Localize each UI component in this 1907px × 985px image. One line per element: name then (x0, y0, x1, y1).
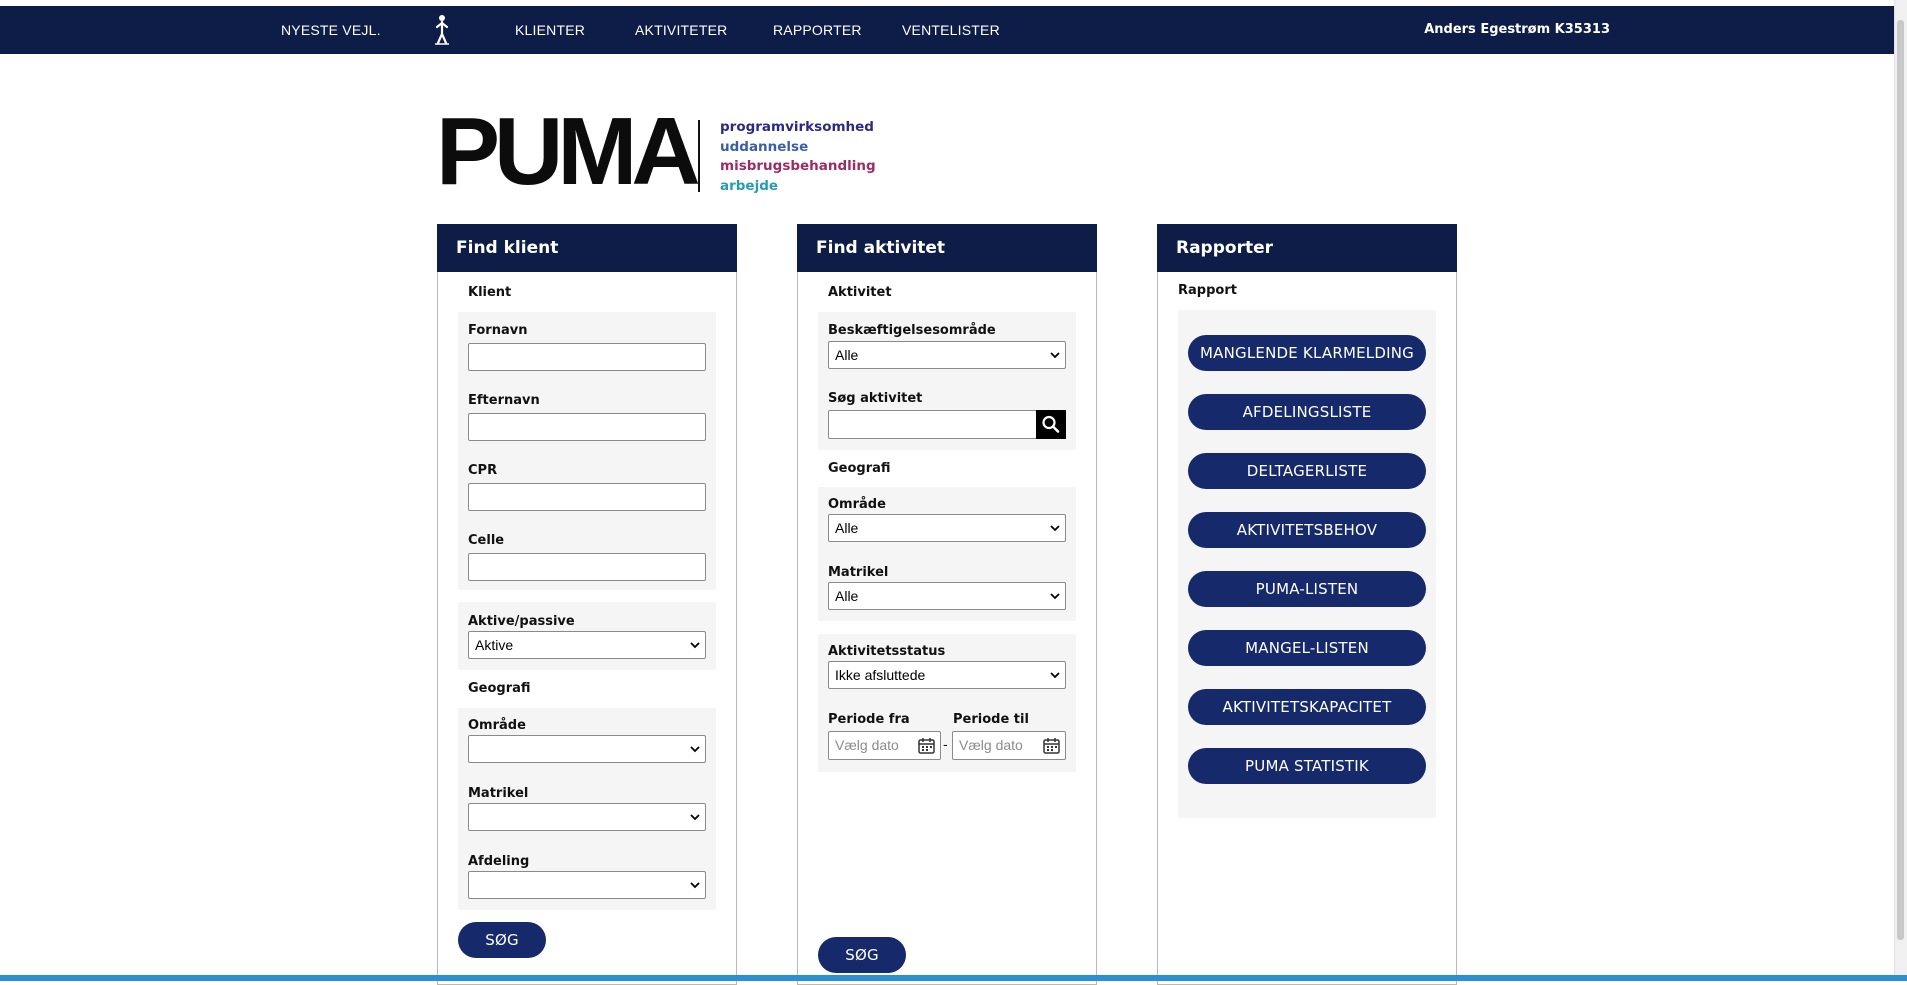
periode-fra-input[interactable]: Vælg dato (828, 731, 941, 760)
periode-fra-placeholder: Vælg dato (835, 737, 899, 753)
calendar-icon[interactable] (1043, 737, 1060, 754)
fornavn-input[interactable] (468, 343, 706, 371)
rapporter-title: Rapporter (1157, 224, 1457, 272)
chevron-down-icon (1050, 525, 1060, 532)
report-aktivitetsbehov-button[interactable]: AKTIVITETSBEHOV (1188, 512, 1426, 548)
logo-taglines: programvirksomhed uddannelse misbrugsbeh… (720, 118, 876, 196)
logo-divider (698, 120, 700, 192)
top-navbar: NYESTE VEJL. KLIENTER AKTIVITETER RAPPOR… (0, 6, 1895, 54)
chevron-down-icon (1050, 352, 1060, 359)
periode-til-input[interactable]: Vælg dato (952, 731, 1066, 760)
aktive-passive-select[interactable]: Aktive (468, 631, 706, 659)
person-figure-icon[interactable] (430, 14, 454, 46)
report-afdelingsliste-button[interactable]: AFDELINGSLISTE (1188, 394, 1426, 430)
logo-wordmark: PUMA (436, 98, 701, 205)
efternavn-label: Efternavn (468, 393, 540, 408)
aktivitet-search-button[interactable]: SØG (818, 937, 906, 973)
search-icon (1042, 415, 1060, 433)
afdeling-select[interactable] (468, 871, 706, 899)
current-user[interactable]: Anders Egestrøm K35313 (1424, 6, 1610, 54)
aktivitet-status-group: Aktivitetsstatus Ikke afsluttede Periode… (818, 634, 1076, 772)
matrikel-select[interactable]: Alle (828, 582, 1066, 610)
omraade-value: Alle (835, 520, 859, 536)
beskaeftigelse-select[interactable]: Alle (828, 341, 1066, 369)
aktivitet-geografi-group: Område Alle Matrikel Alle (818, 487, 1076, 621)
rapport-buttons-group: MANGLENDE KLARMELDING AFDELINGSLISTE DEL… (1178, 310, 1436, 818)
status-value: Ikke afsluttede (835, 667, 926, 683)
beskaeftigelse-label: Beskæftigelsesområde (828, 323, 996, 338)
omraade-label: Område (828, 497, 886, 512)
afdeling-label: Afdeling (468, 854, 530, 869)
section-aktivitet: Aktivitet (828, 285, 892, 300)
logo-tag: arbejde (720, 177, 779, 194)
logo-tag: programvirksomhed (720, 119, 874, 135)
status-select[interactable]: Ikke afsluttede (828, 661, 1066, 689)
cpr-input[interactable] (468, 483, 706, 511)
chevron-down-icon (690, 882, 700, 889)
find-klient-title: Find klient (437, 224, 737, 272)
report-puma-listen-button[interactable]: PUMA-LISTEN (1188, 571, 1426, 607)
logo-tag: uddannelse (720, 138, 809, 155)
section-rapport: Rapport (1178, 283, 1237, 298)
omraade-label: Område (468, 718, 526, 733)
matrikel-value: Alle (835, 588, 859, 604)
logo-tag: misbrugsbehandling (720, 158, 876, 174)
report-aktivitetskapacitet-button[interactable]: AKTIVITETSKAPACITET (1188, 689, 1426, 725)
periode-til-placeholder: Vælg dato (959, 737, 1023, 753)
scrollbar-thumb[interactable] (1897, 20, 1904, 940)
os-taskbar (0, 975, 1907, 981)
section-klient: Klient (468, 285, 512, 300)
section-geografi: Geografi (828, 461, 891, 476)
periode-fra-label: Periode fra (828, 712, 910, 727)
vertical-scrollbar[interactable] (1894, 0, 1907, 975)
matrikel-select[interactable] (468, 803, 706, 831)
matrikel-label: Matrikel (828, 565, 889, 580)
report-mangel-listen-button[interactable]: MANGEL-LISTEN (1188, 630, 1426, 666)
nav-ventelister[interactable]: VENTELISTER (902, 6, 1000, 54)
find-aktivitet-panel: Find aktivitet Aktivitet Beskæftigelseso… (797, 224, 1097, 985)
klient-geografi-group: Område Matrikel Afdeling (458, 708, 716, 910)
aktive-passive-group: Aktive/passive Aktive (458, 602, 716, 670)
omraade-select[interactable]: Alle (828, 514, 1066, 542)
nav-nyeste-vejl[interactable]: NYESTE VEJL. (281, 6, 381, 54)
chevron-down-icon (690, 746, 700, 753)
report-manglende-klarmelding-button[interactable]: MANGLENDE KLARMELDING (1188, 335, 1426, 371)
chevron-down-icon (690, 814, 700, 821)
nav-aktiviteter[interactable]: AKTIVITETER (635, 6, 727, 54)
chevron-down-icon (690, 642, 700, 649)
report-deltagerliste-button[interactable]: DELTAGERLISTE (1188, 453, 1426, 489)
matrikel-label: Matrikel (468, 786, 529, 801)
find-klient-panel: Find klient Klient Fornavn Efternavn CPR… (437, 224, 737, 985)
puma-logo: PUMA programvirksomhed uddannelse misbru… (436, 104, 876, 200)
section-geografi: Geografi (468, 681, 531, 696)
status-label: Aktivitetsstatus (828, 644, 946, 659)
chevron-down-icon (1050, 672, 1060, 679)
nav-rapporter[interactable]: RAPPORTER (773, 6, 862, 54)
chevron-down-icon (1050, 593, 1060, 600)
klient-search-button[interactable]: SØG (458, 922, 546, 958)
rapporter-panel: Rapporter Rapport MANGLENDE KLARMELDING … (1157, 224, 1457, 985)
calendar-icon[interactable] (918, 737, 935, 754)
klient-fields-group: Fornavn Efternavn CPR Celle (458, 312, 716, 590)
omraade-select[interactable] (468, 735, 706, 763)
find-aktivitet-title: Find aktivitet (797, 224, 1097, 272)
fornavn-label: Fornavn (468, 323, 528, 338)
periode-dash: - (943, 738, 948, 753)
aktive-passive-value: Aktive (475, 637, 514, 653)
soeg-aktivitet-button[interactable] (1036, 410, 1066, 439)
celle-input[interactable] (468, 553, 706, 581)
soeg-aktivitet-label: Søg aktivitet (828, 391, 923, 406)
cpr-label: CPR (468, 463, 498, 478)
soeg-aktivitet-input[interactable] (828, 410, 1037, 439)
aktivitet-fields-group: Beskæftigelsesområde Alle Søg aktivitet (818, 312, 1076, 450)
efternavn-input[interactable] (468, 413, 706, 441)
celle-label: Celle (468, 533, 505, 548)
nav-klienter[interactable]: KLIENTER (515, 6, 585, 54)
aktive-passive-label: Aktive/passive (468, 614, 575, 629)
beskaeftigelse-value: Alle (835, 347, 859, 363)
report-puma-statistik-button[interactable]: PUMA STATISTIK (1188, 748, 1426, 784)
periode-til-label: Periode til (953, 712, 1029, 727)
